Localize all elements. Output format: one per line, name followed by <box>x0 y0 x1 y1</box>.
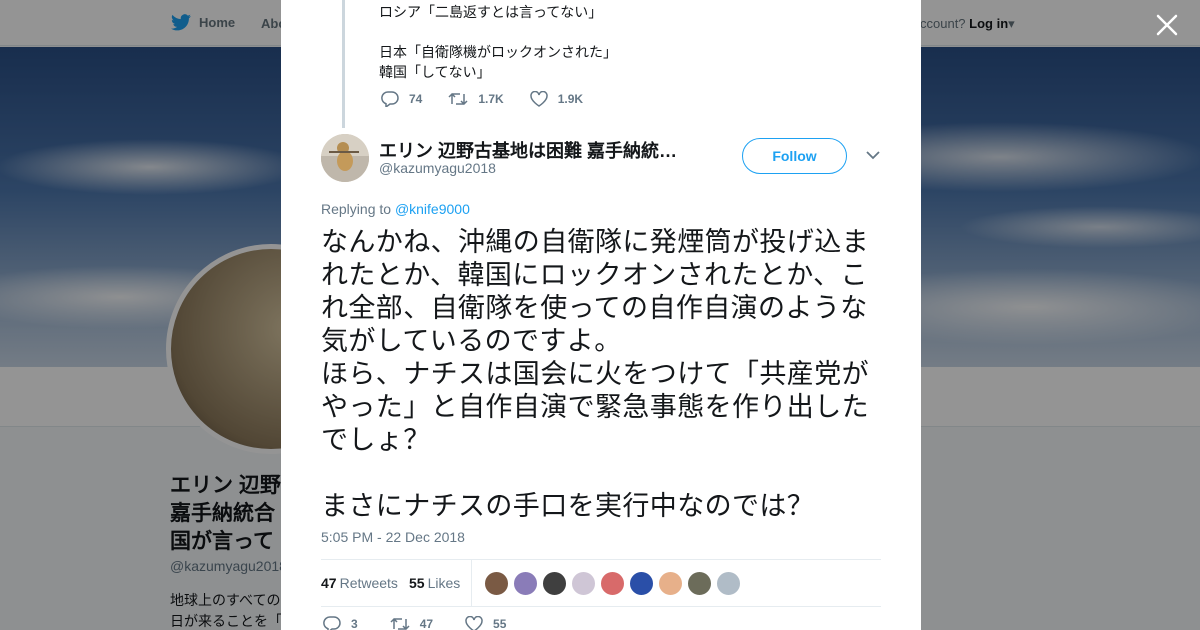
liker-avatar[interactable] <box>571 571 596 596</box>
close-icon[interactable] <box>1154 12 1180 38</box>
liker-avatars <box>484 571 741 596</box>
retweet-icon <box>448 92 468 106</box>
tweet-modal: ロシア「二島返すとは言ってない」 日本「自衛隊機がロックオンされた」 韓国「して… <box>281 0 921 630</box>
like-button[interactable]: 55 <box>465 616 506 630</box>
tweet-header: エリン 辺野古基地は困難 嘉手納統… @kazumyagu2018 Follow <box>321 134 881 182</box>
bear-icon <box>321 134 369 182</box>
follow-button[interactable]: Follow <box>742 138 847 174</box>
like-count: 55 <box>493 617 507 630</box>
parent-retweet-button[interactable]: 1.7K <box>448 91 504 107</box>
tweet-text: なんかね、沖縄の自衛隊に発煙筒が投げ込まれたとか、韓国にロックオンされたとか、こ… <box>321 227 869 521</box>
liker-avatar[interactable] <box>716 571 741 596</box>
liker-avatar[interactable] <box>484 571 509 596</box>
parent-like-count: 1.9K <box>557 92 584 106</box>
tweet-timestamp[interactable]: 5:05 PM - 22 Dec 2018 <box>321 529 465 545</box>
parent-tweet-text: ロシア「二島返すとは言ってない」 日本「自衛隊機がロックオンされた」 韓国「して… <box>379 4 617 80</box>
reply-icon <box>323 616 341 630</box>
parent-tweet[interactable]: ロシア「二島返すとは言ってない」 日本「自衛隊機がロックオンされた」 韓国「して… <box>281 0 921 128</box>
retweets-count: 47 <box>321 575 337 591</box>
heart-icon <box>529 91 548 107</box>
retweets-label: Retweets <box>339 575 398 591</box>
replying-to-label: Replying to <box>321 201 392 217</box>
stats-divider <box>471 560 472 607</box>
retweet-button[interactable]: 47 <box>390 616 433 630</box>
liker-avatar[interactable] <box>542 571 567 596</box>
tweet-stats: 47 Retweets 55 Likes <box>321 559 881 607</box>
replying-to-link[interactable]: @knife9000 <box>395 201 470 217</box>
chevron-down-icon[interactable] <box>866 150 880 160</box>
liker-avatar[interactable] <box>600 571 625 596</box>
likes-stat[interactable]: 55 Likes <box>409 575 460 591</box>
parent-retweet-count: 1.7K <box>478 92 504 106</box>
liker-avatar[interactable] <box>513 571 538 596</box>
liker-avatar[interactable] <box>629 571 654 596</box>
parent-reply-count: 74 <box>409 92 423 106</box>
likes-count: 55 <box>409 575 425 591</box>
parent-like-button[interactable]: 1.9K <box>529 91 584 107</box>
retweets-stat[interactable]: 47 Retweets <box>321 575 398 591</box>
retweet-count: 47 <box>419 617 434 630</box>
likes-label: Likes <box>427 575 461 591</box>
liker-avatar[interactable] <box>658 571 683 596</box>
tweet-actions: 3 47 55 <box>323 616 538 630</box>
parent-reply-button[interactable]: 74 <box>381 91 422 107</box>
thread-connector <box>342 0 345 128</box>
replying-to: Replying to @knife9000 <box>321 201 470 217</box>
reply-count: 3 <box>351 617 358 630</box>
parent-tweet-actions: 74 1.7K 1.9K <box>381 91 609 107</box>
author-handle[interactable]: @kazumyagu2018 <box>379 160 496 176</box>
reply-icon <box>381 91 399 107</box>
heart-icon <box>465 616 483 630</box>
reply-button[interactable]: 3 <box>323 616 358 630</box>
liker-avatar[interactable] <box>687 571 712 596</box>
author-avatar[interactable] <box>321 134 369 182</box>
retweet-icon <box>390 617 410 630</box>
